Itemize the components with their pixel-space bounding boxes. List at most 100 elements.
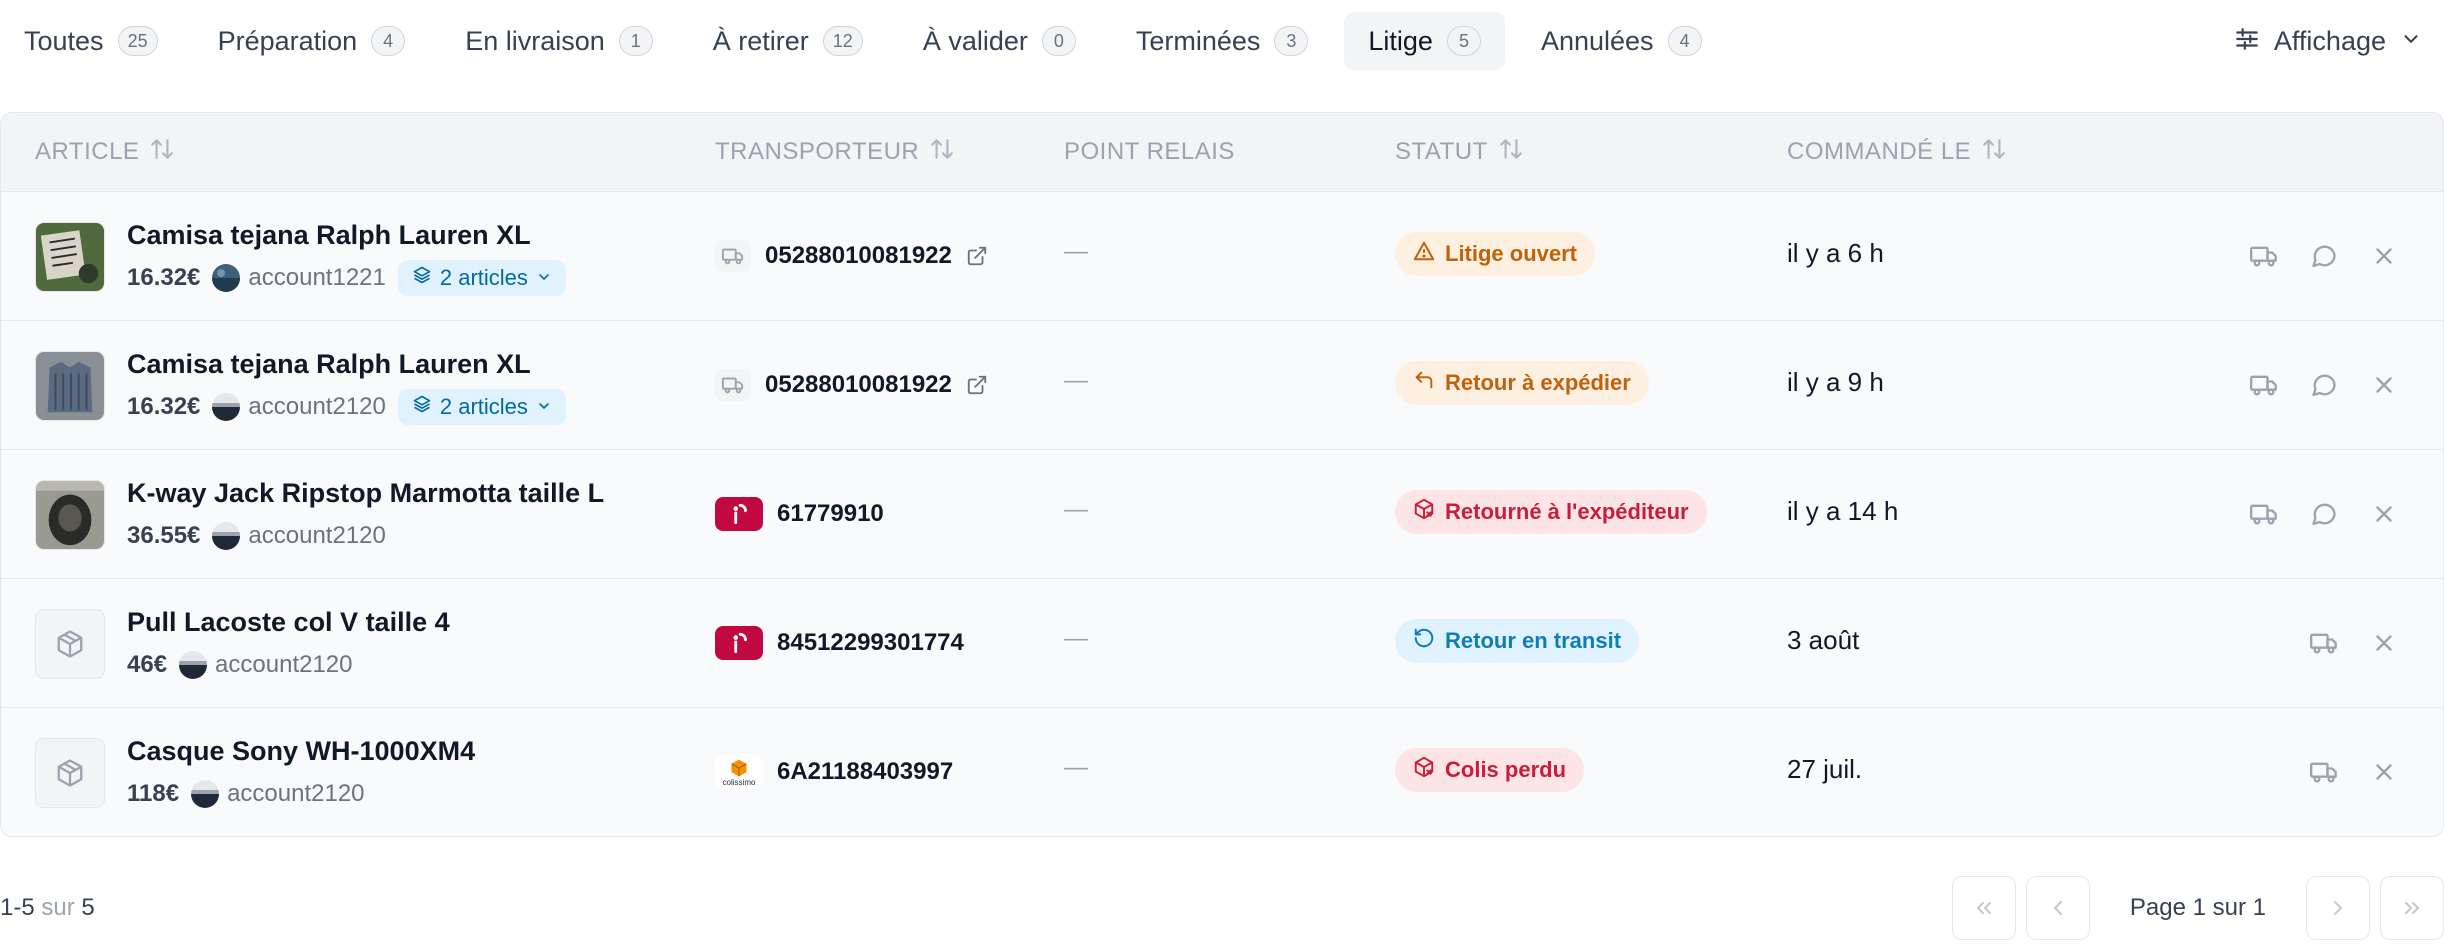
status-label: Retour à expédier — [1445, 370, 1631, 395]
range-start: 1-5 — [0, 894, 35, 921]
table-row[interactable]: Camisa tejana Ralph Lauren XL 16.32€ acc… — [1, 321, 2443, 450]
relay-point: — — [1064, 496, 1088, 523]
table-row[interactable]: K-way Jack Ripstop Marmotta taille L 36.… — [1, 450, 2443, 579]
account-name: account1221 — [248, 264, 386, 291]
tracking-button[interactable] — [2307, 755, 2341, 789]
articles-dropdown[interactable]: 2 articles — [397, 260, 566, 296]
account-info: account2120 — [179, 651, 353, 679]
tab-preparation[interactable]: Préparation 4 — [194, 12, 430, 70]
message-button[interactable] — [2307, 239, 2341, 273]
column-header-statut[interactable]: STATUT — [1395, 136, 1524, 169]
tracking-button[interactable] — [2247, 368, 2281, 402]
article-meta: 36.55€ account2120 — [127, 518, 386, 554]
row-actions — [2307, 623, 2401, 663]
row-actions — [2307, 752, 2401, 792]
tab-toutes[interactable]: Toutes 25 — [0, 12, 182, 70]
tab-en-livraison[interactable]: En livraison 1 — [441, 12, 677, 70]
tracking-button[interactable] — [2247, 497, 2281, 531]
column-header-label: COMMANDÉ LE — [1787, 138, 1972, 165]
layers-icon — [412, 265, 432, 291]
tracking-button[interactable] — [2247, 239, 2281, 273]
truck-icon — [715, 369, 751, 401]
relay-point: — — [1064, 367, 1088, 394]
close-button[interactable] — [2367, 368, 2401, 402]
order-date: 3 août — [1787, 625, 1860, 655]
tab-count: 25 — [117, 26, 158, 56]
article-meta: 16.32€ account2120 2 articles — [127, 389, 566, 425]
article-title: Pull Lacoste col V taille 4 — [127, 607, 450, 637]
next-page-button[interactable] — [2306, 876, 2370, 940]
sort-icon — [1981, 136, 2007, 169]
column-header-article[interactable]: ARTICLE — [35, 136, 175, 169]
articles-count: 2 articles — [439, 394, 528, 419]
carrier-cell: 84512299301774 — [715, 625, 964, 661]
relay-point: — — [1064, 625, 1088, 652]
tab-terminees[interactable]: Terminées 3 — [1112, 12, 1333, 70]
column-header-commande-le[interactable]: COMMANDÉ LE — [1787, 136, 2007, 169]
table-row[interactable]: Casque Sony WH-1000XM4 118€ account2120 … — [1, 708, 2443, 836]
range-separator: sur — [41, 894, 75, 921]
carrier-cell: 05288010081922 — [715, 238, 988, 274]
article-title: Camisa tejana Ralph Lauren XL — [127, 349, 531, 379]
sliders-icon — [2234, 26, 2260, 57]
last-page-button[interactable] — [2380, 876, 2444, 940]
articles-dropdown[interactable]: 2 articles — [397, 389, 566, 425]
first-page-button[interactable] — [1951, 876, 2016, 940]
column-header-point-relais: POINT RELAIS — [1064, 138, 1235, 166]
previous-page-button[interactable] — [2025, 876, 2090, 940]
article-meta: 118€ account2120 — [127, 776, 365, 812]
close-button[interactable] — [2367, 497, 2401, 531]
avatar — [212, 264, 241, 292]
row-actions — [2247, 365, 2401, 405]
tab-a-valider[interactable]: À valider 0 — [899, 12, 1100, 70]
external-link-icon[interactable] — [966, 374, 988, 396]
display-options-button[interactable]: Affichage — [2234, 12, 2422, 70]
tracking-number[interactable]: 05288010081922 — [765, 371, 952, 399]
sort-icon — [929, 136, 955, 169]
table-row[interactable]: Camisa tejana Ralph Lauren XL 16.32€ acc… — [1, 192, 2443, 321]
pagination: Page 1 sur 1 — [1951, 876, 2444, 940]
close-button[interactable] — [2367, 239, 2401, 273]
chevron-down-icon — [2400, 28, 2422, 55]
chevron-down-icon — [536, 265, 552, 291]
carrier-cell: 05288010081922 — [715, 367, 988, 403]
status-label: Retour en transit — [1445, 628, 1622, 653]
tracking-number[interactable]: 6A21188403997 — [777, 758, 953, 786]
status-badge: Retour en transit — [1395, 619, 1640, 663]
tabs-bar: Toutes 25 Préparation 4 En livraison 1 À re… — [0, 12, 2444, 70]
account-name: account2120 — [227, 780, 365, 807]
table-row[interactable]: Pull Lacoste col V taille 4 46€ account2… — [1, 579, 2443, 708]
external-link-icon[interactable] — [966, 245, 988, 267]
account-name: account2120 — [215, 651, 353, 678]
product-thumbnail — [35, 351, 105, 421]
package-x-icon — [1413, 756, 1435, 784]
message-button[interactable] — [2307, 368, 2341, 402]
tracking-number[interactable]: 05288010081922 — [765, 242, 952, 270]
colissimo-wordmark: colissimo — [722, 777, 756, 787]
order-date: 27 juil. — [1787, 754, 1863, 784]
article-title: Camisa tejana Ralph Lauren XL — [127, 220, 531, 250]
tab-litige[interactable]: Litige 5 — [1344, 12, 1505, 70]
tab-a-retirer[interactable]: À retirer 12 — [689, 12, 887, 70]
avatar — [179, 651, 208, 679]
sort-icon — [149, 136, 175, 169]
tab-count: 1 — [618, 26, 653, 56]
column-header-transporteur[interactable]: TRANSPORTEUR — [715, 136, 955, 169]
close-button[interactable] — [2367, 626, 2401, 660]
tab-label: Terminées — [1135, 25, 1261, 56]
status-badge: Litige ouvert — [1395, 232, 1596, 276]
tracking-button[interactable] — [2307, 626, 2341, 660]
column-header-label: ARTICLE — [35, 138, 140, 165]
mondial-relay-logo-icon — [715, 497, 763, 531]
status-label: Litige ouvert — [1445, 241, 1578, 266]
tab-annulees[interactable]: Annulées 4 — [1517, 12, 1726, 70]
account-name: account2120 — [248, 393, 386, 420]
column-header-label: TRANSPORTEUR — [715, 138, 920, 165]
close-button[interactable] — [2367, 755, 2401, 789]
status-label: Retourné à l'expéditeur — [1445, 499, 1689, 524]
article-title: K-way Jack Ripstop Marmotta taille L — [127, 478, 605, 508]
tab-count: 5 — [1446, 26, 1481, 56]
message-button[interactable] — [2307, 497, 2341, 531]
tracking-number[interactable]: 84512299301774 — [777, 629, 964, 657]
tracking-number[interactable]: 61779910 — [777, 500, 884, 528]
